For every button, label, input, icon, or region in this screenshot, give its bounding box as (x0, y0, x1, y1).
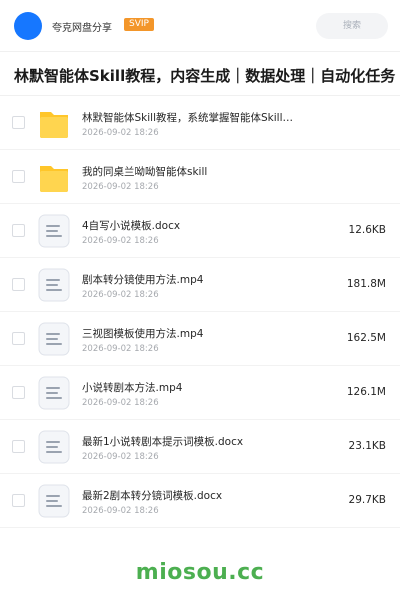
avatar[interactable] (14, 12, 42, 40)
list-item[interactable]: 4自写小说模板.docx 2026-09-02 18:26 12.6KB (0, 204, 400, 258)
file-date: 2026-09-02 18:26 (82, 128, 159, 138)
select-checkbox[interactable] (12, 278, 25, 291)
file-size: 162.5M (346, 332, 386, 344)
file-size: 12.6KB (348, 224, 386, 236)
file-date: 2026-09-02 18:26 (82, 290, 159, 300)
file-name: 最新2剧本转分镜词模板.docx (82, 490, 223, 502)
document-icon (38, 322, 70, 356)
list-item[interactable]: 小说转剧本方法.mp4 2026-09-02 18:26 126.1M (0, 366, 400, 420)
document-icon (38, 214, 70, 248)
svip-badge: SVIP (124, 18, 154, 31)
list-item[interactable]: 最新1小说转剧本提示词模板.docx 2026-09-02 18:26 23.1KB (0, 420, 400, 474)
list-item[interactable]: 林默智能体Skill教程，系统掌握智能体Skill… 2026-09-02 18:… (0, 96, 400, 150)
file-name: 三视图模板使用方法.mp4 (82, 328, 204, 340)
document-icon (38, 268, 70, 302)
file-date: 2026-09-02 18:26 (82, 236, 159, 246)
document-icon (38, 430, 70, 464)
file-list: 林默智能体Skill教程，系统掌握智能体Skill… 2026-09-02 18:… (0, 96, 400, 528)
select-checkbox[interactable] (12, 332, 25, 345)
file-date: 2026-09-02 18:26 (82, 506, 159, 516)
file-name: 4自写小说模板.docx (82, 220, 181, 232)
select-checkbox[interactable] (12, 170, 25, 183)
document-icon (38, 484, 70, 518)
file-date: 2026-09-02 18:26 (82, 344, 159, 354)
folder-icon (38, 106, 70, 140)
list-item[interactable]: 我的同桌兰呦呦智能体skill 2026-09-02 18:26 (0, 150, 400, 204)
list-item[interactable]: 三视图模板使用方法.mp4 2026-09-02 18:26 162.5M (0, 312, 400, 366)
top-bar: 夸克网盘分享 SVIP 搜索 (0, 0, 400, 52)
folder-icon (38, 160, 70, 194)
search-input[interactable]: 搜索 (316, 13, 388, 39)
file-name: 我的同桌兰呦呦智能体skill (82, 166, 208, 178)
select-checkbox[interactable] (12, 116, 25, 129)
file-date: 2026-09-02 18:26 (82, 452, 159, 462)
select-checkbox[interactable] (12, 494, 25, 507)
file-name: 剧本转分镜使用方法.mp4 (82, 274, 204, 286)
file-name: 小说转剧本方法.mp4 (82, 382, 183, 394)
file-name: 最新1小说转剧本提示词模板.docx (82, 436, 244, 448)
file-size: 181.8M (346, 278, 386, 290)
page-title: 林默智能体Skill教程，内容生成｜数据处理｜自动化任务 (0, 56, 400, 96)
watermark: miosou.cc (135, 560, 265, 585)
file-date: 2026-09-02 18:26 (82, 182, 159, 192)
list-item[interactable]: 最新2剧本转分镜词模板.docx 2026-09-02 18:26 29.7KB (0, 474, 400, 528)
file-size: 126.1M (346, 386, 386, 398)
select-checkbox[interactable] (12, 224, 25, 237)
list-item[interactable]: 剧本转分镜使用方法.mp4 2026-09-02 18:26 181.8M (0, 258, 400, 312)
site-name: 夸克网盘分享 (52, 23, 112, 34)
file-name: 林默智能体Skill教程，系统掌握智能体Skill… (82, 112, 293, 124)
file-size: 23.1KB (348, 440, 386, 452)
file-date: 2026-09-02 18:26 (82, 398, 159, 408)
document-icon (38, 376, 70, 410)
file-size: 29.7KB (348, 494, 386, 506)
select-checkbox[interactable] (12, 440, 25, 453)
select-checkbox[interactable] (12, 386, 25, 399)
